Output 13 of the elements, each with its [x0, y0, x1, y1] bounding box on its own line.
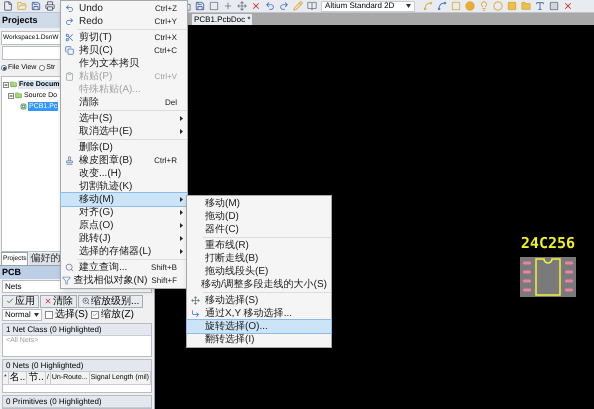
checkbox-label: 选择(S): [54, 309, 88, 320]
shortcut-label: Ctrl+C: [154, 44, 177, 56]
component-designator: 24C256: [520, 235, 576, 251]
section-title: 0 Nets (0 Highlighted): [3, 360, 151, 372]
shortcut-label: Ctrl+R: [154, 154, 177, 166]
shortcut-label: Ctrl+X: [154, 32, 177, 44]
section-title: 0 Primitives (0 Highlighted): [3, 396, 151, 408]
shortcut-label: Ctrl+Y: [154, 16, 177, 28]
shortcut-label: Ctrl+V: [154, 70, 177, 82]
shortcut-label: Del: [164, 96, 177, 108]
checkbox-label: 缩放(Z): [101, 309, 134, 320]
section-title: 1 Net Class (0 Highlighted): [3, 324, 151, 336]
shortcut-label: Ctrl+Z: [155, 2, 177, 14]
